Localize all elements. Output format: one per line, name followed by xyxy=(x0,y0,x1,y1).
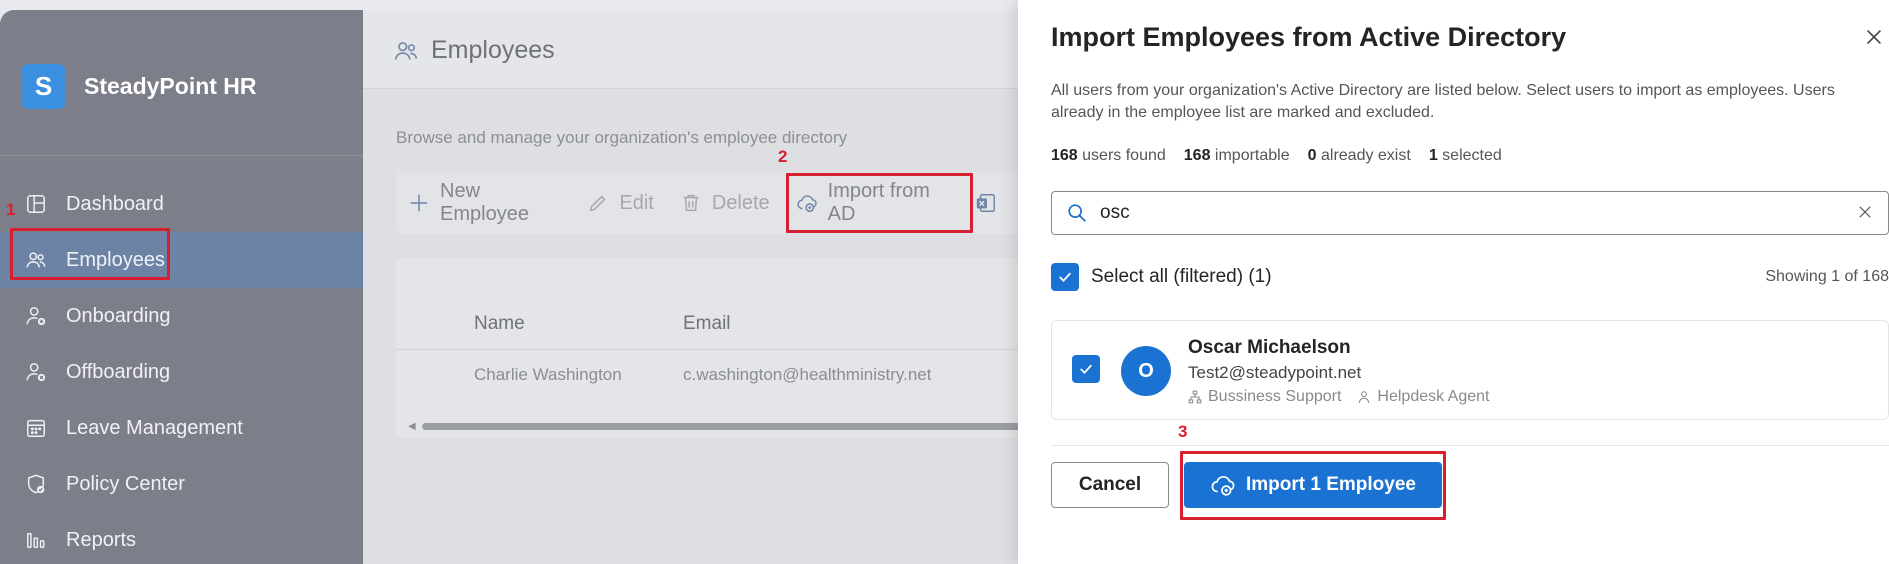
bar-chart-icon xyxy=(24,528,48,552)
sidebar-item-label: Onboarding xyxy=(66,304,171,327)
shield-check-icon xyxy=(24,472,48,496)
select-all-label: Select all (filtered) (1) xyxy=(1091,266,1272,287)
user-search-box xyxy=(1051,191,1889,235)
annotation-number-2: 2 xyxy=(778,147,788,166)
edit-label: Edit xyxy=(619,191,654,214)
excel-export-button[interactable] xyxy=(975,192,1007,214)
horizontal-scrollbar[interactable]: ◀ xyxy=(408,421,1028,432)
employee-table: Name Email Charlie Washington c.washingt… xyxy=(396,258,1033,438)
page-subtitle: Browse and manage your organization's em… xyxy=(396,128,848,147)
sidebar-item-leave-management[interactable]: Leave Management xyxy=(0,400,363,456)
user-checkbox[interactable] xyxy=(1072,355,1100,383)
new-employee-button[interactable]: New Employee xyxy=(408,180,561,226)
sidebar-item-label: Policy Center xyxy=(66,472,185,495)
clear-search-icon[interactable] xyxy=(1856,203,1876,223)
stat-found: 168 users found xyxy=(1051,147,1166,164)
plus-icon xyxy=(408,192,430,214)
user-email: Test2@steadypoint.net xyxy=(1188,363,1362,382)
brand-name: SteadyPoint HR xyxy=(84,73,257,99)
sidebar-item-dashboard[interactable]: Dashboard xyxy=(0,176,363,232)
sidebar-item-label: Leave Management xyxy=(66,416,243,439)
annotation-box-1 xyxy=(10,228,170,280)
brand: S SteadyPoint HR xyxy=(21,64,257,109)
search-input[interactable] xyxy=(1100,202,1840,224)
table-header: Name Email xyxy=(396,298,1033,350)
sidebar-item-label: Reports xyxy=(66,528,137,551)
person-remove-icon xyxy=(24,360,48,384)
delete-label: Delete xyxy=(711,191,770,214)
annotation-number-3: 3 xyxy=(1178,422,1188,441)
avatar: O xyxy=(1121,346,1171,396)
sidebar-item-label: Dashboard xyxy=(66,192,164,215)
trash-icon xyxy=(680,192,702,214)
calendar-icon xyxy=(24,416,48,440)
column-header-name[interactable]: Name xyxy=(474,298,525,349)
new-employee-label: New Employee xyxy=(440,180,529,225)
user-name: Oscar Michaelson xyxy=(1188,337,1351,358)
import-ad-dialog: Import Employees from Active Directory A… xyxy=(1018,0,1889,564)
delete-button[interactable]: Delete xyxy=(680,192,770,215)
annotation-box-2 xyxy=(786,173,973,233)
cancel-button[interactable]: Cancel xyxy=(1051,462,1169,508)
annotation-number-1: 1 xyxy=(6,200,16,219)
select-all-row[interactable]: Select all (filtered) (1) xyxy=(1051,263,1272,291)
excel-icon xyxy=(975,192,997,214)
stat-importable: 168 importable xyxy=(1183,147,1290,164)
sidebar-item-onboarding[interactable]: Onboarding xyxy=(0,288,363,344)
dialog-description: All users from your organization's Activ… xyxy=(1051,82,1835,121)
stat-already-exist: 0 already exist xyxy=(1307,147,1411,164)
people-icon xyxy=(393,38,419,64)
stat-selected: 1 selected xyxy=(1428,147,1502,164)
user-list-item[interactable]: O Oscar Michaelson Test2@steadypoint.net… xyxy=(1051,320,1889,420)
page-header: Employees xyxy=(363,10,1033,89)
footer-divider xyxy=(1051,445,1889,446)
scroll-left-arrow-icon[interactable]: ◀ xyxy=(408,421,416,432)
person-icon xyxy=(1359,391,1370,403)
main-content: Employees Browse and manage your organiz… xyxy=(363,10,1033,564)
org-chart-icon xyxy=(1188,390,1202,404)
sidebar-item-offboarding[interactable]: Offboarding xyxy=(0,344,363,400)
cell-name: Charlie Washington xyxy=(474,365,622,384)
sidebar-item-reports[interactable]: Reports xyxy=(0,512,363,564)
showing-count: Showing 1 of 168 xyxy=(1765,268,1889,285)
search-icon xyxy=(1066,202,1088,224)
brand-logo: S xyxy=(21,64,66,109)
user-department: Bussiness Support xyxy=(1188,388,1341,406)
close-icon[interactable] xyxy=(1863,26,1889,52)
sidebar-divider xyxy=(0,155,363,156)
annotation-box-3 xyxy=(1180,451,1446,520)
sidebar-item-policy-center[interactable]: Policy Center xyxy=(0,456,363,512)
person-add-icon xyxy=(24,304,48,328)
dashboard-icon xyxy=(24,192,48,216)
page-title: Employees xyxy=(393,36,555,65)
edit-button[interactable]: Edit xyxy=(587,191,654,215)
table-row[interactable]: Charlie Washington c.washington@healthmi… xyxy=(396,350,1033,400)
sidebar-item-label: Offboarding xyxy=(66,360,171,383)
select-all-checkbox[interactable] xyxy=(1051,263,1079,291)
user-role: Helpdesk Agent xyxy=(1357,388,1489,406)
cell-email: c.washington@healthministry.net xyxy=(683,365,932,384)
sidebar: S SteadyPoint HR Dashboard Employees Onb… xyxy=(0,10,363,564)
column-header-email[interactable]: Email xyxy=(683,298,731,349)
user-meta: Bussiness Support Helpdesk Agent xyxy=(1188,388,1505,406)
page-title-text: Employees xyxy=(431,36,555,64)
scrollbar-thumb[interactable] xyxy=(421,422,1022,430)
import-stats: 168 users found 168 importable 0 already… xyxy=(1051,147,1520,165)
pencil-icon xyxy=(587,192,609,214)
dialog-title: Import Employees from Active Directory xyxy=(1051,22,1567,52)
